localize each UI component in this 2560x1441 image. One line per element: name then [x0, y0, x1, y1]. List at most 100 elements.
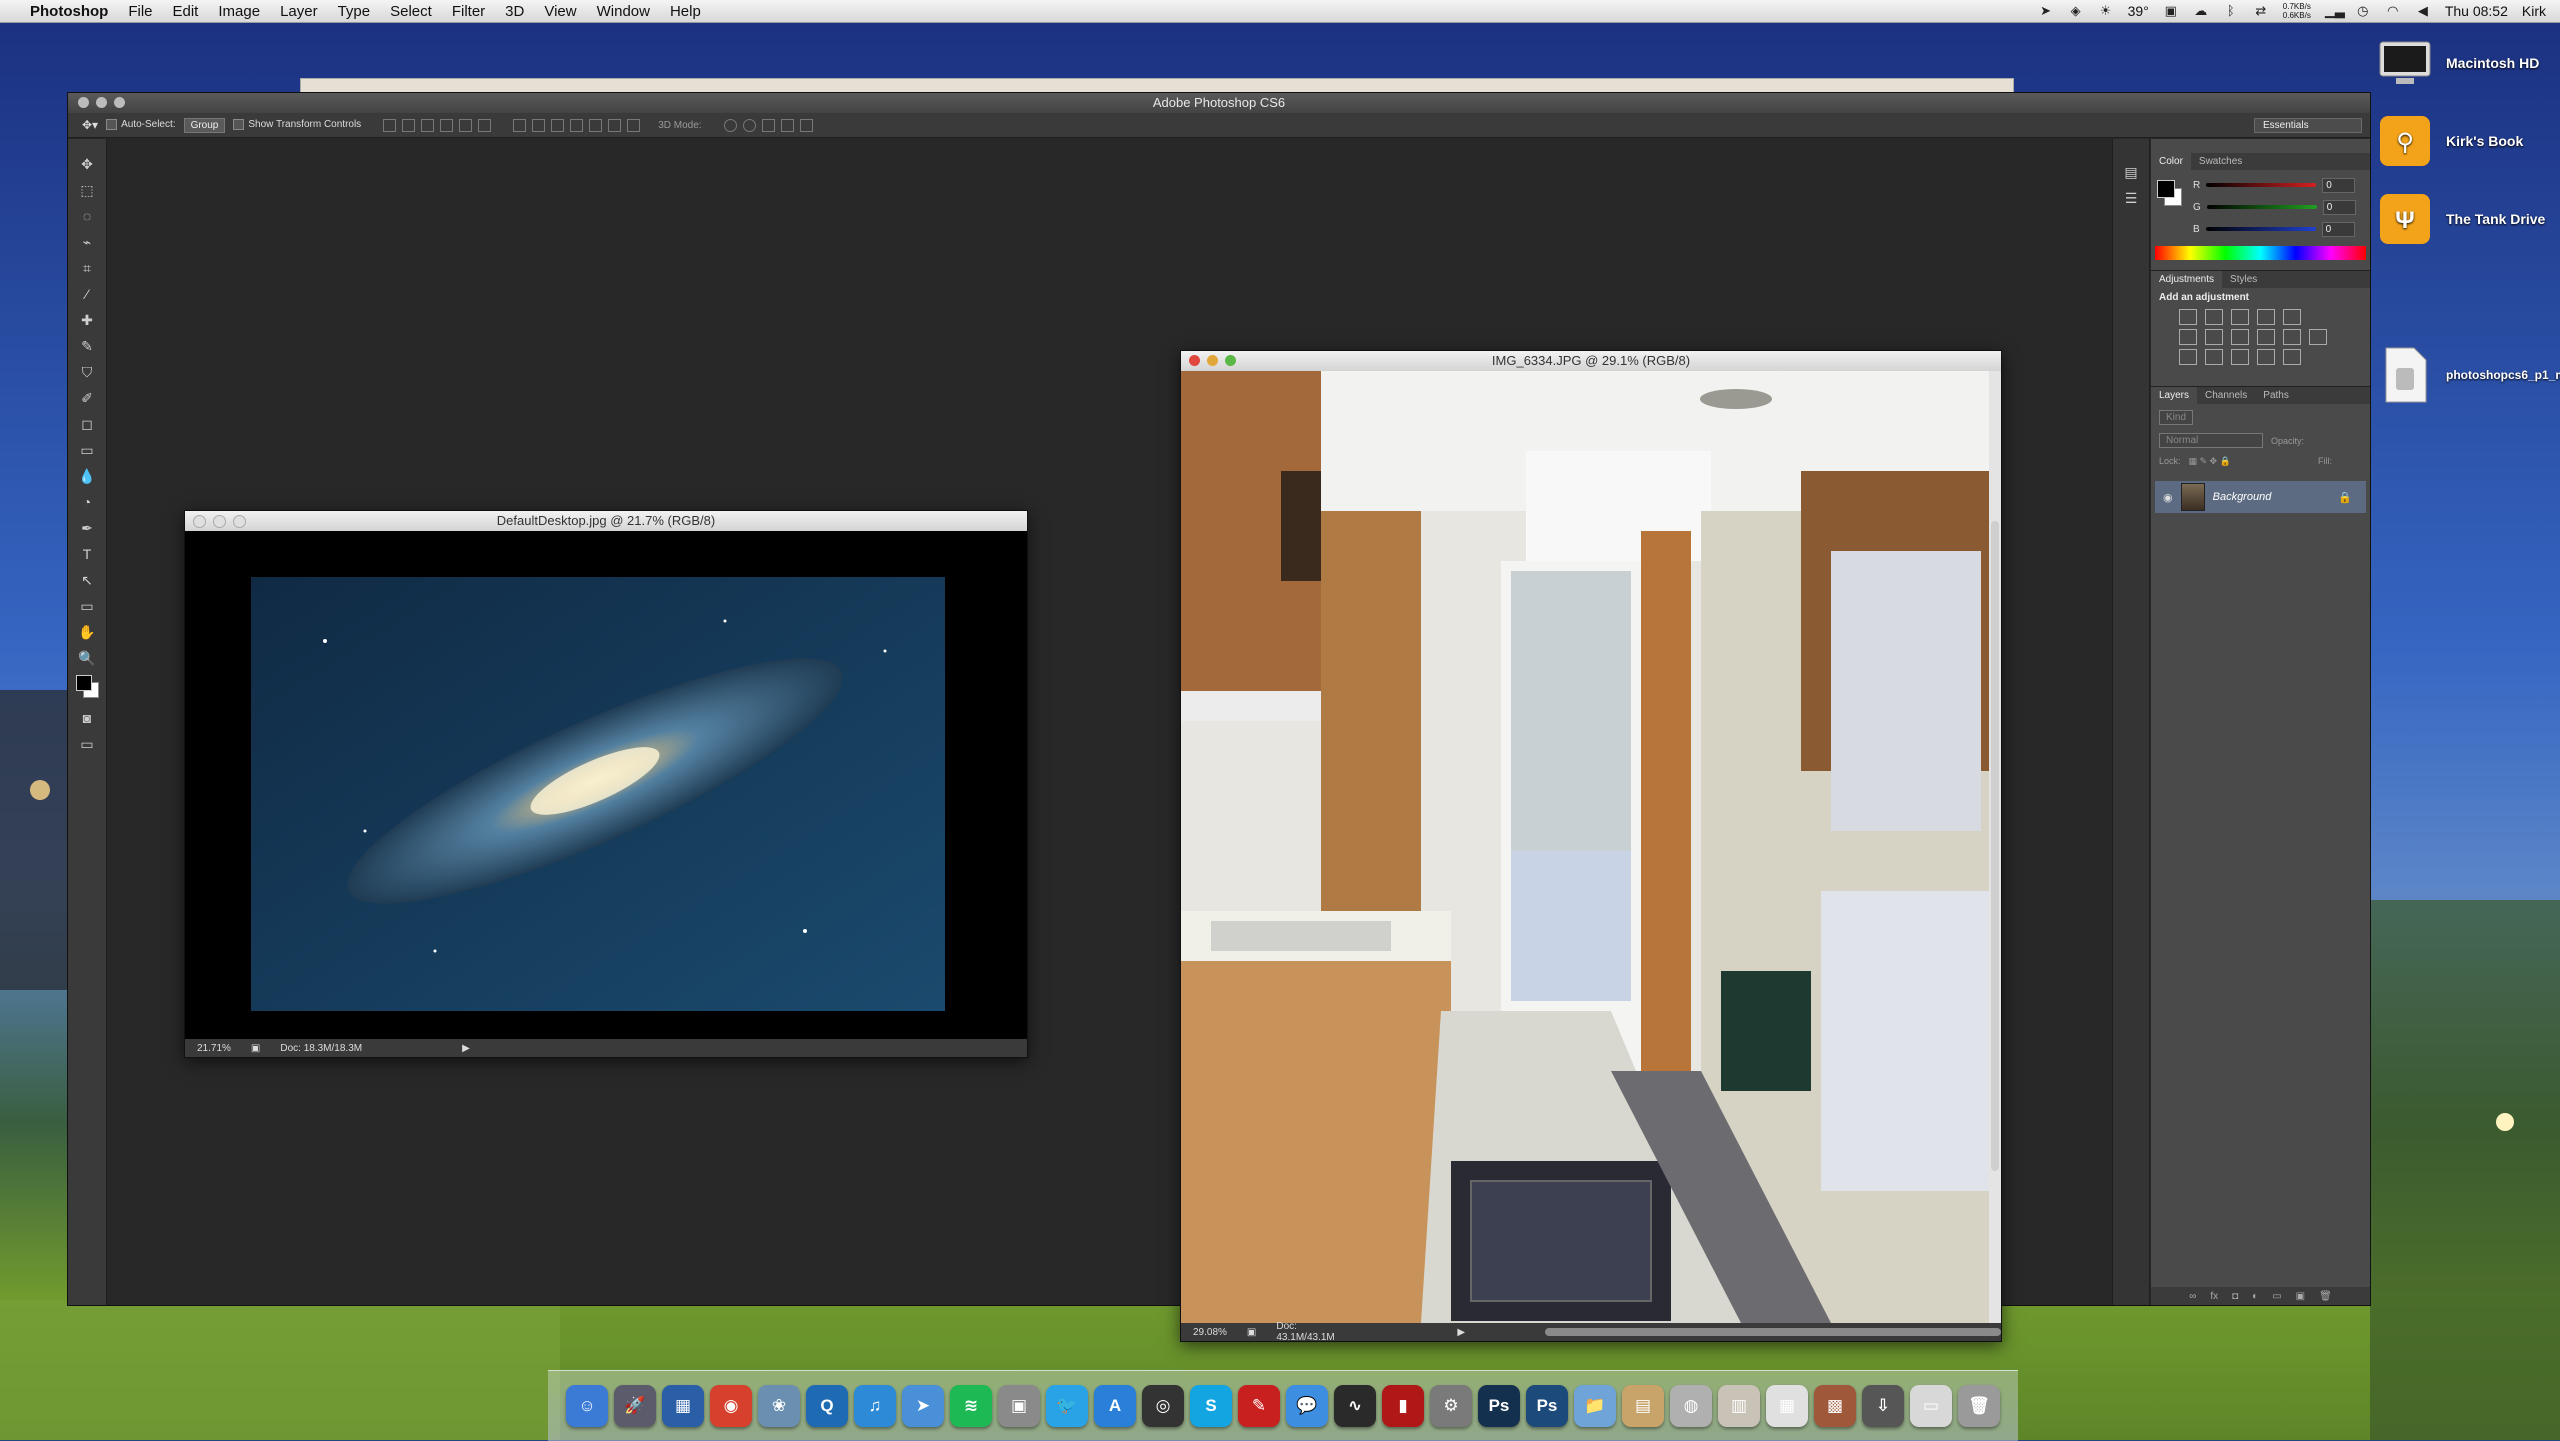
- channel-value-field[interactable]: 0: [2321, 221, 2355, 237]
- channel-value-field[interactable]: 0: [2322, 177, 2356, 193]
- auto-select-checkbox[interactable]: Auto-Select:: [106, 119, 176, 131]
- photo-filter-icon[interactable]: [2257, 329, 2275, 345]
- threshold-icon[interactable]: [2231, 349, 2249, 365]
- minimize-button[interactable]: [213, 515, 226, 528]
- menu-layer[interactable]: Layer: [270, 3, 328, 20]
- channel-slider[interactable]: [2206, 183, 2317, 187]
- menubar-user[interactable]: Kirk: [2522, 3, 2546, 19]
- eraser-tool-icon[interactable]: ◻: [68, 411, 106, 437]
- brightness-adjust-icon[interactable]: [2179, 309, 2197, 325]
- color-lookup-icon[interactable]: [2309, 329, 2327, 345]
- document-stack-icon[interactable]: ▭: [1910, 1385, 1952, 1427]
- messages-icon[interactable]: 💬: [1286, 1385, 1328, 1427]
- time-machine-icon[interactable]: ◷: [2355, 4, 2371, 18]
- hue-saturation-icon[interactable]: [2179, 329, 2197, 345]
- tab-paths[interactable]: Paths: [2255, 387, 2297, 404]
- vibrance-adjust-icon[interactable]: [2283, 309, 2301, 325]
- itunes-icon[interactable]: ♫: [854, 1385, 896, 1427]
- clone-stamp-icon[interactable]: ⛉: [68, 359, 106, 385]
- eyedropper-tool-icon[interactable]: ⁄: [68, 281, 106, 307]
- align-right-icon[interactable]: [478, 118, 492, 132]
- auto-align-icon[interactable]: [627, 118, 641, 132]
- screen-mode-icon[interactable]: ▭: [68, 731, 106, 757]
- channel-slider[interactable]: [2205, 227, 2316, 231]
- skype-icon[interactable]: S: [1190, 1385, 1232, 1427]
- menubar-clock[interactable]: Thu 08:52: [2445, 3, 2508, 19]
- temperature-readout[interactable]: 39°: [2128, 3, 2149, 19]
- document-window-rv[interactable]: IMG_6334.JPG @ 29.1% (RGB/8) 29.08% ▣ Do…: [1180, 350, 2002, 1343]
- properties-panel-icon[interactable]: ☰: [2113, 185, 2149, 211]
- color-swatches[interactable]: [68, 671, 106, 705]
- archive-icon[interactable]: ▥: [1718, 1385, 1760, 1427]
- folder-icon[interactable]: 📁: [1574, 1385, 1616, 1427]
- color-balance-icon[interactable]: [2205, 329, 2223, 345]
- history-brush-icon[interactable]: ✐: [68, 385, 106, 411]
- photoshop-icon-1[interactable]: Ps: [1478, 1385, 1520, 1427]
- finder-icon[interactable]: ☺: [566, 1385, 608, 1427]
- desktop-icon-macintosh-hd[interactable]: Macintosh HD: [2376, 34, 2556, 92]
- desktop-icon-kirks-book[interactable]: ⚲ Kirk's Book: [2376, 112, 2556, 170]
- menu-image[interactable]: Image: [208, 3, 270, 20]
- lasso-tool-icon[interactable]: ◌: [68, 203, 106, 229]
- close-button[interactable]: [1189, 355, 1200, 366]
- channel-mixer-icon[interactable]: [2283, 329, 2301, 345]
- healing-brush-icon[interactable]: ✚: [68, 307, 106, 333]
- monitor-status-icon[interactable]: ▣: [2163, 4, 2179, 18]
- new-layer-icon[interactable]: ▣: [2296, 1291, 2305, 1302]
- calendar-grid-icon[interactable]: ▦: [1766, 1385, 1808, 1427]
- minimize-button[interactable]: [1207, 355, 1218, 366]
- levels-adjust-icon[interactable]: [2205, 309, 2223, 325]
- quicktime-icon[interactable]: Q: [806, 1385, 848, 1427]
- pdf-reader-icon[interactable]: ✎: [1238, 1385, 1280, 1427]
- kind-filter-dropdown[interactable]: Kind: [2159, 410, 2194, 425]
- menu-file[interactable]: File: [118, 3, 162, 20]
- status-menu-arrow-icon[interactable]: ▶: [462, 1043, 470, 1054]
- black-white-icon[interactable]: [2231, 329, 2249, 345]
- distribute-right-icon[interactable]: [608, 118, 622, 132]
- 3d-rotate-icon[interactable]: [723, 118, 737, 132]
- disk-utility-icon[interactable]: ◍: [1670, 1385, 1712, 1427]
- app-store-icon[interactable]: A: [1094, 1385, 1136, 1427]
- photoshop-icon-2[interactable]: Ps: [1526, 1385, 1568, 1427]
- tab-color[interactable]: Color: [2151, 153, 2191, 170]
- app-menu[interactable]: Photoshop: [20, 3, 118, 20]
- dropbox-status-icon[interactable]: ◈: [2068, 4, 2084, 18]
- 3d-slide-icon[interactable]: [780, 118, 794, 132]
- screenshot-icon[interactable]: ▣: [998, 1385, 1040, 1427]
- panel-foreground-swatch[interactable]: [2157, 180, 2175, 198]
- zoom-tool-icon[interactable]: 🔍: [68, 645, 106, 671]
- move-tool-preset-icon[interactable]: ✥▾: [82, 118, 98, 132]
- tab-swatches[interactable]: Swatches: [2191, 153, 2250, 170]
- menu-filter[interactable]: Filter: [442, 3, 495, 20]
- invert-icon[interactable]: [2179, 349, 2197, 365]
- align-top-icon[interactable]: [383, 118, 397, 132]
- tab-layers[interactable]: Layers: [2151, 387, 2198, 404]
- move-tool-icon[interactable]: ✥: [68, 151, 106, 177]
- align-vcenter-icon[interactable]: [402, 118, 416, 132]
- trash-icon[interactable]: 🗑: [1958, 1385, 2000, 1427]
- close-button[interactable]: [193, 515, 206, 528]
- brush-tool-icon[interactable]: ✎: [68, 333, 106, 359]
- horizontal-scrollbar[interactable]: [1545, 1328, 2001, 1336]
- workspace-switcher[interactable]: Essentials: [2254, 117, 2362, 133]
- desktop-icon-dmg[interactable]: photoshopcs6_p1_ma...2.dmg: [2376, 346, 2560, 404]
- aperture-icon[interactable]: ◎: [1142, 1385, 1184, 1427]
- blend-mode-dropdown[interactable]: Normal: [2159, 433, 2263, 448]
- distribute-vcenter-icon[interactable]: [532, 118, 546, 132]
- paper-plane-icon[interactable]: ➤: [902, 1385, 944, 1427]
- sync-status-icon[interactable]: ⇄: [2253, 4, 2269, 18]
- marquee-tool-icon[interactable]: ⬚: [68, 177, 106, 203]
- zoom-button[interactable]: [1225, 355, 1236, 366]
- layer-name[interactable]: Background: [2213, 491, 2272, 503]
- chrome-icon[interactable]: ◉: [710, 1385, 752, 1427]
- mission-control-icon[interactable]: ▦: [662, 1385, 704, 1427]
- show-transform-checkbox[interactable]: Show Transform Controls: [233, 119, 361, 131]
- cursor-status-icon[interactable]: ➤: [2038, 4, 2054, 18]
- auto-select-dropdown[interactable]: Group: [183, 117, 226, 133]
- new-adjustment-icon[interactable]: ◐: [2252, 1291, 2258, 1302]
- wifi-icon[interactable]: ◠: [2385, 4, 2401, 18]
- desktop-icon-tank-drive[interactable]: Ψ The Tank Drive: [2376, 190, 2556, 248]
- history-panel-icon[interactable]: ▤: [2113, 159, 2149, 185]
- toolbox-grip[interactable]: [68, 139, 106, 151]
- path-select-icon[interactable]: ↖: [68, 567, 106, 593]
